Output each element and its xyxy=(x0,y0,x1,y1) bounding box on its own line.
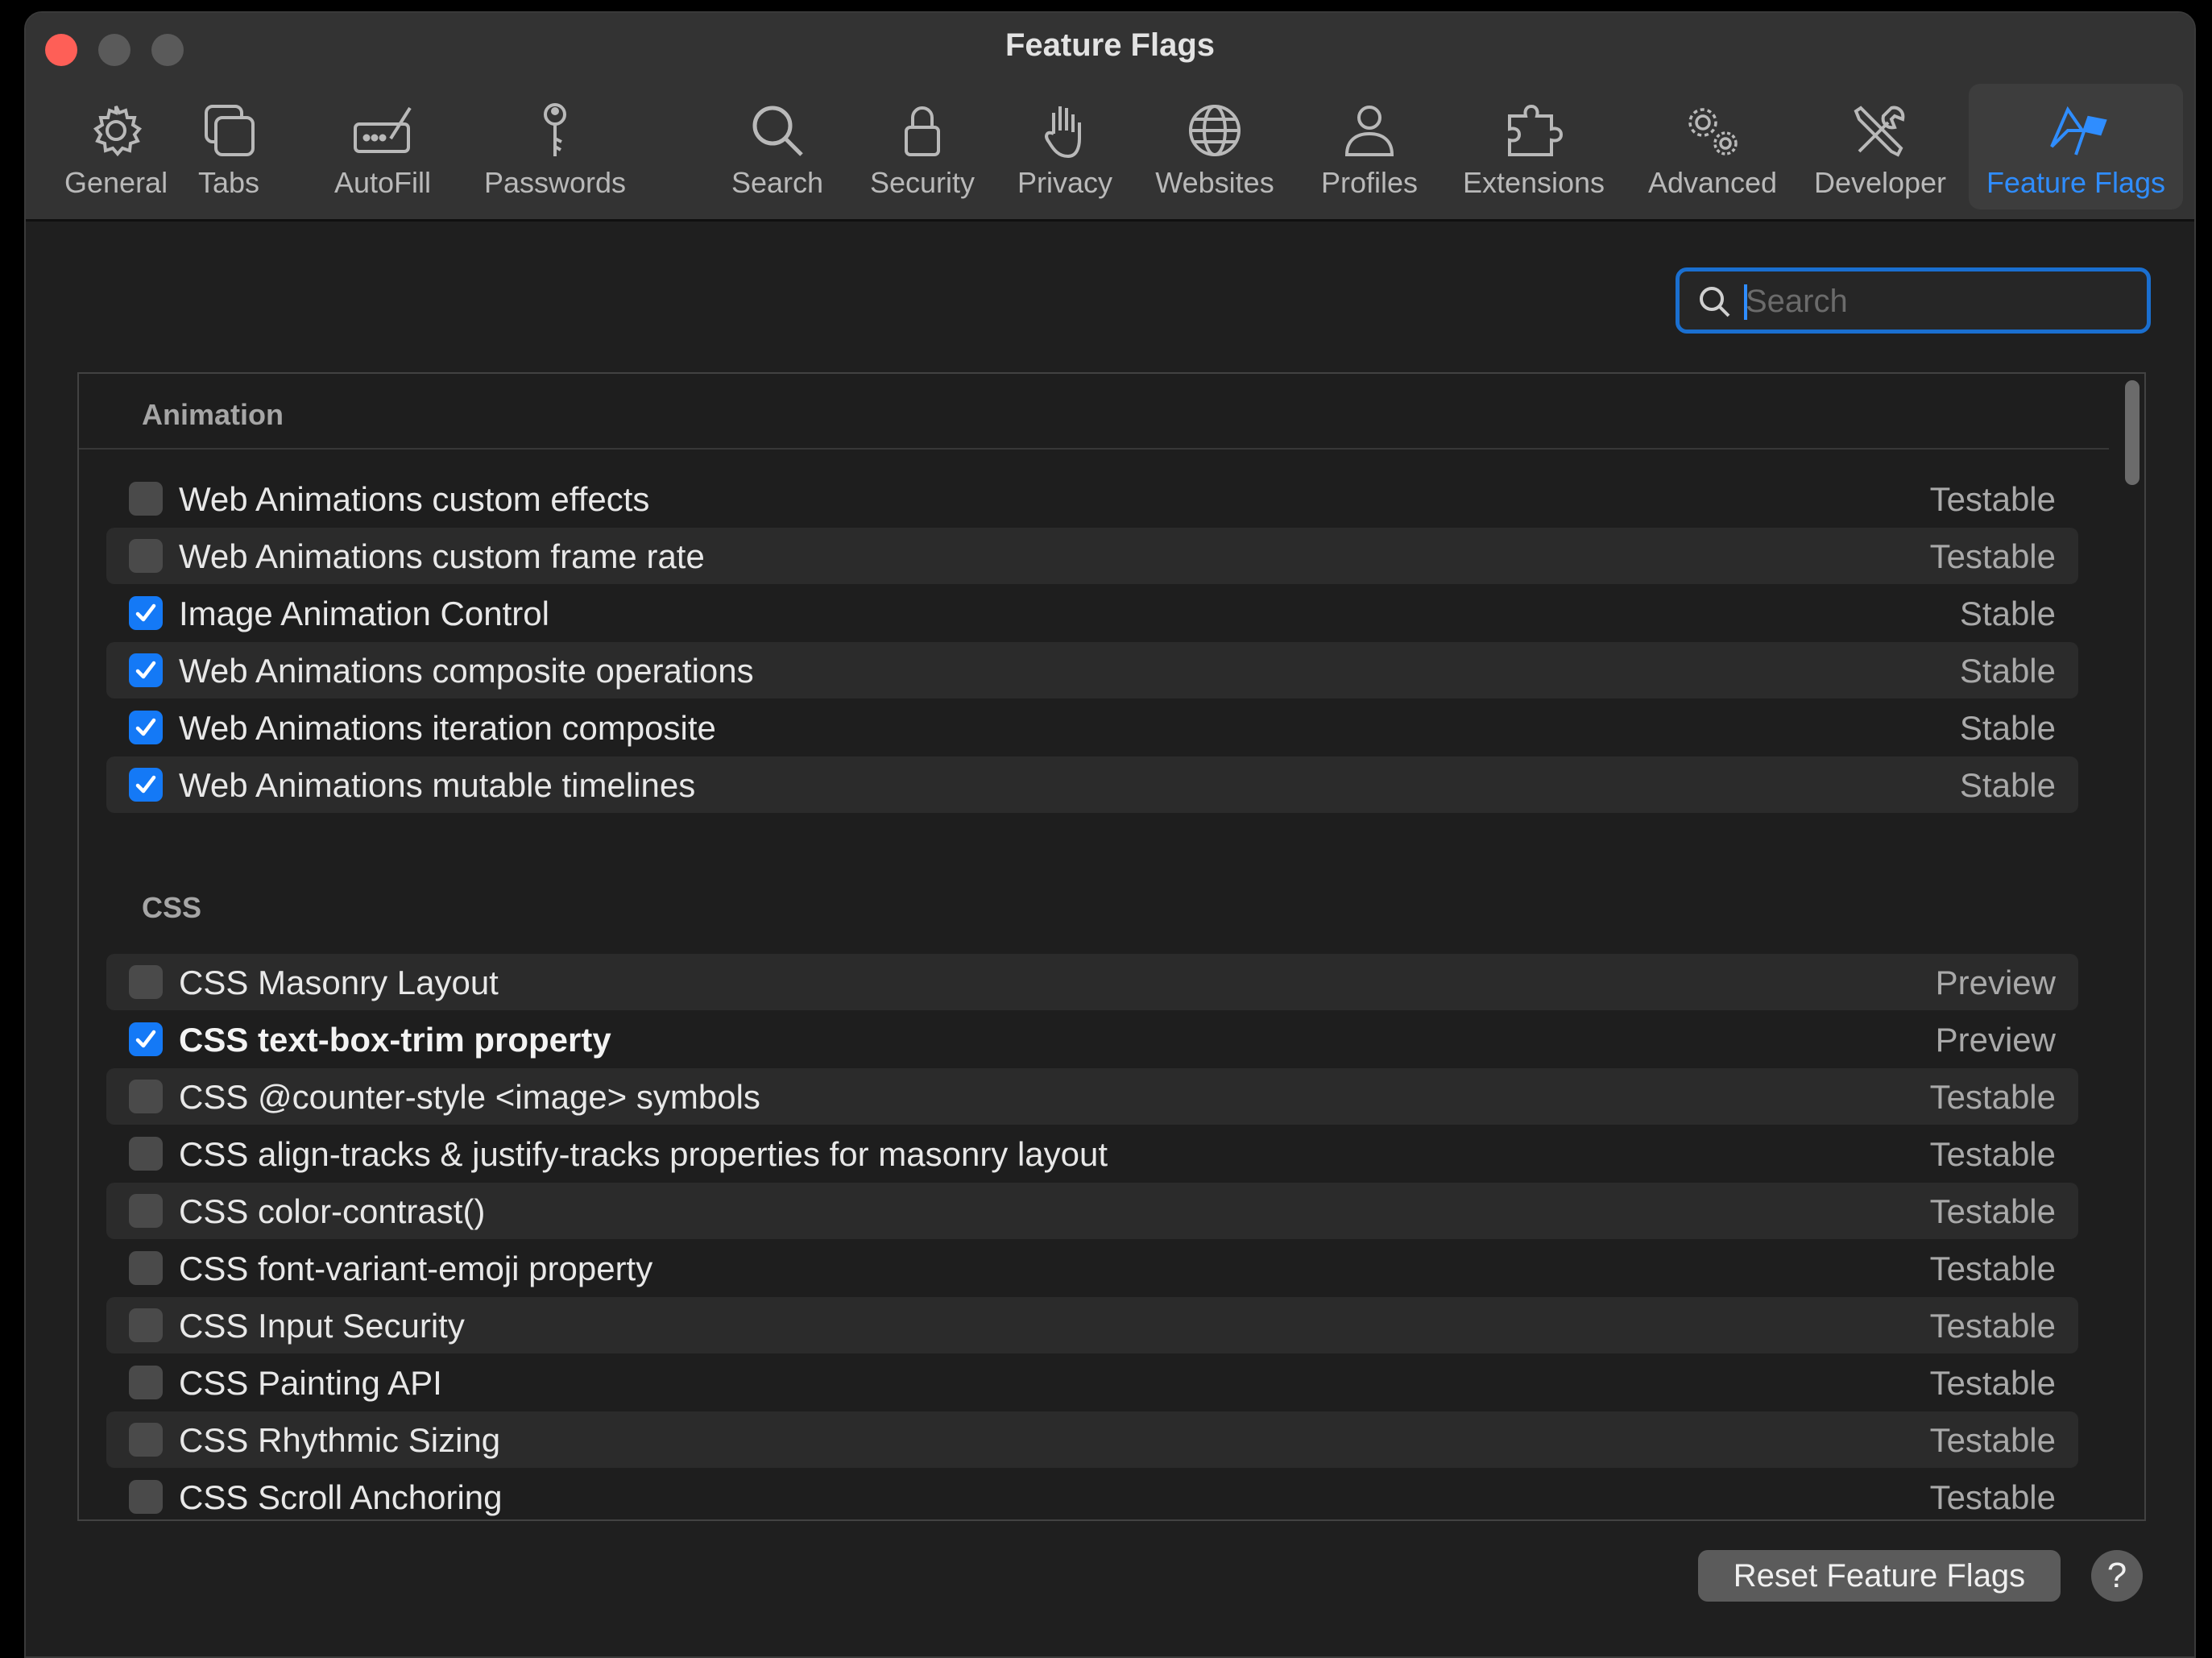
tab-passwords[interactable]: Passwords xyxy=(478,84,632,209)
flag-checkbox[interactable] xyxy=(129,539,163,573)
tab-extensions[interactable]: Extensions xyxy=(1458,84,1609,209)
text-caret xyxy=(1744,284,1747,320)
flag-row[interactable]: CSS Rhythmic Sizing Testable xyxy=(106,1411,2078,1468)
tab-search[interactable]: Search xyxy=(717,84,838,209)
key-icon xyxy=(544,103,566,156)
tabs-icon xyxy=(205,105,255,156)
tab-profiles[interactable]: Profiles xyxy=(1305,84,1434,209)
flag-checkbox[interactable] xyxy=(129,1480,163,1514)
flag-row[interactable]: CSS align-tracks & justify-tracks proper… xyxy=(106,1125,2078,1182)
flag-row[interactable]: CSS font-variant-emoji property Testable xyxy=(106,1240,2078,1296)
flag-checkbox[interactable] xyxy=(129,1251,163,1285)
hand-icon xyxy=(1045,106,1081,159)
titlebar: Feature Flags General Tabs AutoFill Pass… xyxy=(26,13,2194,222)
flag-row[interactable]: CSS Scroll Anchoring Testable xyxy=(106,1469,2078,1519)
flag-row[interactable]: CSS Painting API Testable xyxy=(106,1354,2078,1411)
flag-row[interactable]: Web Animations composite operations Stab… xyxy=(106,642,2078,698)
tools-icon xyxy=(1854,106,1905,157)
magnifier-icon xyxy=(752,106,803,156)
tab-developer[interactable]: Developer xyxy=(1808,84,1953,209)
preferences-window: Feature Flags General Tabs AutoFill Pass… xyxy=(24,11,2196,1658)
flag-checkbox[interactable] xyxy=(129,1080,163,1113)
puzzle-icon xyxy=(1508,104,1564,156)
tab-tabs[interactable]: Tabs xyxy=(177,84,280,209)
window-title: Feature Flags xyxy=(1005,27,1216,63)
checkmark-icon xyxy=(135,661,156,679)
flag-row[interactable]: CSS Masonry Layout Preview xyxy=(106,954,2078,1010)
tab-advanced[interactable]: Advanced xyxy=(1640,84,1785,209)
tab-feature-flags[interactable]: Feature Flags xyxy=(1969,84,2183,209)
flag-checkbox-checked[interactable] xyxy=(129,768,163,802)
search-icon xyxy=(1700,287,1730,317)
checkmark-icon xyxy=(135,775,156,794)
flag-row[interactable]: CSS color-contrast() Testable xyxy=(106,1183,2078,1239)
tab-websites[interactable]: Websites xyxy=(1144,84,1286,209)
flag-row[interactable]: Web Animations iteration composite Stabl… xyxy=(106,699,2078,756)
flag-row[interactable]: CSS text-box-trim property Preview xyxy=(106,1011,2078,1067)
feature-flags-list[interactable]: Animation Web Animations custom effects … xyxy=(77,372,2146,1521)
globe-icon xyxy=(1189,105,1241,156)
checkmark-icon xyxy=(135,1030,156,1048)
flag-checkbox-checked[interactable] xyxy=(129,1022,163,1056)
person-icon xyxy=(1344,106,1394,156)
flag-checkbox[interactable] xyxy=(129,1366,163,1399)
flag-checkbox[interactable] xyxy=(129,1194,163,1228)
lock-icon xyxy=(905,106,940,156)
search-field[interactable] xyxy=(1676,267,2151,334)
flag-row[interactable]: Web Animations mutable timelines Stable xyxy=(106,756,2078,813)
tab-autofill[interactable]: AutoFill xyxy=(322,84,443,209)
reset-feature-flags-button[interactable]: Reset Feature Flags xyxy=(1698,1550,2061,1602)
flag-checkbox[interactable] xyxy=(129,482,163,516)
checkmark-icon xyxy=(135,718,156,736)
flag-checkbox-checked[interactable] xyxy=(129,653,163,687)
help-button[interactable]: ? xyxy=(2091,1550,2143,1602)
tab-security[interactable]: Security xyxy=(862,84,983,209)
autofill-icon xyxy=(354,106,412,153)
tab-general[interactable]: General xyxy=(64,84,168,209)
flag-checkbox[interactable] xyxy=(129,965,163,999)
flag-row[interactable]: Web Animations custom effects Testable xyxy=(106,470,2078,527)
gear-icon xyxy=(93,106,143,157)
flag-checkbox-checked[interactable] xyxy=(129,596,163,630)
scrollbar-thumb[interactable] xyxy=(2125,380,2140,485)
flags-icon xyxy=(2050,106,2107,155)
flag-checkbox[interactable] xyxy=(129,1423,163,1457)
flag-row[interactable]: CSS Input Security Testable xyxy=(106,1297,2078,1353)
search-input[interactable] xyxy=(1744,271,2134,331)
flag-checkbox[interactable] xyxy=(129,1137,163,1171)
flag-checkbox-checked[interactable] xyxy=(129,711,163,744)
section-header-css: CSS xyxy=(142,891,202,924)
flag-row[interactable]: Web Animations custom frame rate Testabl… xyxy=(106,528,2078,584)
checkmark-icon xyxy=(135,603,156,622)
flag-row[interactable]: Image Animation Control Stable xyxy=(106,585,2078,641)
flag-row[interactable]: CSS @counter-style <image> symbols Testa… xyxy=(106,1068,2078,1125)
flag-checkbox[interactable] xyxy=(129,1308,163,1342)
section-header-animation: Animation xyxy=(79,374,2109,450)
gears-icon xyxy=(1688,108,1738,155)
tab-privacy[interactable]: Privacy xyxy=(1007,84,1123,209)
